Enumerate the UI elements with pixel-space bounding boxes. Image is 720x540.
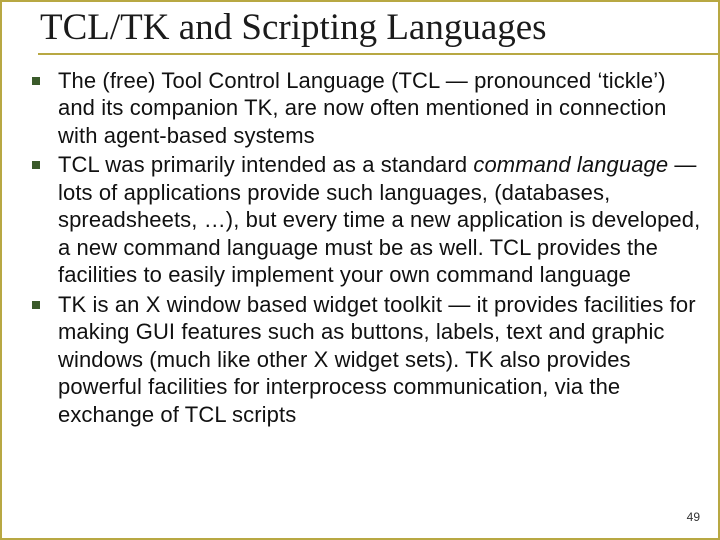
text-italic: command language [473, 152, 668, 177]
list-item: TCL was primarily intended as a standard… [32, 151, 706, 289]
page-number: 49 [687, 510, 700, 524]
bullet-icon [32, 301, 40, 309]
list-item: TK is an X window based widget toolkit —… [32, 291, 706, 429]
list-item: The (free) Tool Control Language (TCL — … [32, 67, 706, 150]
slide-body: The (free) Tool Control Language (TCL — … [2, 67, 718, 429]
bullet-text: TCL was primarily intended as a standard… [58, 151, 706, 289]
bullet-icon [32, 77, 40, 85]
slide: TCL/TK and Scripting Languages The (free… [0, 0, 720, 540]
text-pre: TCL was primarily intended as a standard [58, 152, 473, 177]
bullet-text: The (free) Tool Control Language (TCL — … [58, 67, 706, 150]
bullet-text: TK is an X window based widget toolkit —… [58, 291, 706, 429]
text-pre: The (free) Tool Control Language (TCL — … [58, 68, 666, 148]
slide-title: TCL/TK and Scripting Languages [38, 2, 718, 55]
bullet-icon [32, 161, 40, 169]
text-pre: TK is an X window based widget toolkit —… [58, 292, 696, 427]
